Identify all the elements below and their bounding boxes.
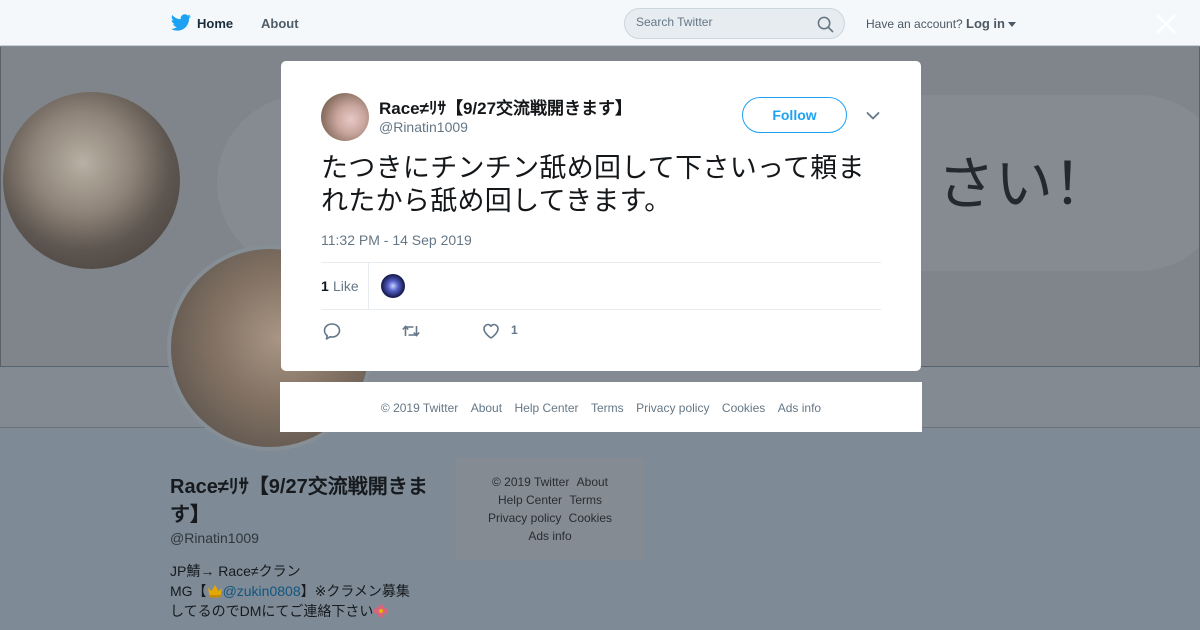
- search-icon[interactable]: [817, 16, 834, 33]
- footer-link-about[interactable]: About: [471, 401, 502, 415]
- liker-avatar[interactable]: [381, 274, 405, 298]
- footer-link-ads[interactable]: Ads info: [528, 529, 571, 543]
- chevron-down-icon[interactable]: [866, 111, 880, 121]
- tweet-stats: 1 Like: [321, 262, 881, 310]
- author-handle[interactable]: @Rinatin1009: [379, 119, 468, 135]
- footer-link-privacy[interactable]: Privacy policy: [636, 401, 709, 415]
- stats-divider: [368, 263, 369, 309]
- banner-text: さい！: [937, 150, 1112, 218]
- bio-text: してるのでDMにてご連絡下さい: [170, 603, 374, 619]
- profile-name[interactable]: Race≠ﾘｻ【9/27交流戦開きます】: [170, 473, 430, 529]
- tweet-text: たつきにチンチン舐め回して下さいって頼まれたから舐め回してきます。: [321, 153, 865, 217]
- footer-link-ads[interactable]: Ads info: [778, 401, 821, 415]
- tweet-modal: Race≠ﾘｻ【9/27交流戦開きます】 @Rinatin1009 Follow…: [281, 61, 921, 371]
- footer-copyright: © 2019 Twitter: [380, 401, 459, 415]
- profile-handle[interactable]: @Rinatin1009: [170, 530, 259, 546]
- tweet-actions: 1: [321, 319, 621, 343]
- bio-line: してるのでDMにてご連絡下さい: [170, 601, 430, 621]
- footer-link-about[interactable]: About: [577, 475, 608, 489]
- top-bar: Home About Have an account? Log in: [0, 0, 1200, 46]
- footer-link-privacy[interactable]: Privacy policy: [488, 511, 561, 525]
- footer-link-cookies[interactable]: Cookies: [722, 401, 765, 415]
- heart-icon[interactable]: [481, 321, 501, 341]
- footer-row: Ads info: [456, 529, 644, 543]
- crown-emoji-icon: [207, 585, 222, 598]
- reply-icon[interactable]: [322, 321, 342, 341]
- author-avatar[interactable]: [321, 93, 369, 141]
- bio-line: MG【 @zukin0808】※クラメン募集: [170, 581, 430, 601]
- flower-emoji-icon: [374, 604, 389, 618]
- modal-footer: © 2019 Twitter About Help Center Terms P…: [280, 382, 922, 432]
- bio-text: MG【: [170, 583, 207, 599]
- nav-about[interactable]: About: [261, 16, 299, 31]
- have-account-text: Have an account?: [866, 17, 963, 31]
- bio-mention-link[interactable]: @zukin0808: [223, 583, 301, 599]
- twitter-bird-icon[interactable]: [170, 14, 192, 32]
- footer-link-cookies[interactable]: Cookies: [569, 511, 612, 525]
- footer-link-terms[interactable]: Terms: [569, 493, 602, 507]
- author-name[interactable]: Race≠ﾘｻ【9/27交流戦開きます】: [379, 94, 632, 119]
- footer-link-help[interactable]: Help Center: [515, 401, 579, 415]
- login-link[interactable]: Log in: [966, 16, 1005, 31]
- likes-count[interactable]: 1: [321, 278, 329, 294]
- bio-text: 】※クラメン募集: [300, 583, 410, 599]
- footer-link-help[interactable]: Help Center: [498, 493, 562, 507]
- footer-row: Help Center Terms: [456, 493, 644, 507]
- footer-link-terms[interactable]: Terms: [591, 401, 624, 415]
- search-input[interactable]: [636, 15, 806, 29]
- banner-illustration: [3, 92, 180, 269]
- retweet-icon[interactable]: [401, 321, 421, 341]
- likes-label[interactable]: Like: [333, 278, 359, 294]
- footer-copyright: © 2019 Twitter: [491, 475, 570, 489]
- bio-line: JP鯖→ Race≠クラン: [170, 563, 301, 579]
- chevron-down-icon[interactable]: [1008, 22, 1016, 27]
- footer-row: Privacy policy Cookies: [456, 511, 644, 525]
- sidebar-footer: © 2019 Twitter About Help Center Terms P…: [456, 458, 644, 560]
- follow-button[interactable]: Follow: [742, 97, 847, 133]
- like-action-count[interactable]: 1: [511, 323, 518, 337]
- profile-bio: JP鯖→ Race≠クラン MG【 @zukin0808】※クラメン募集 してるの…: [170, 561, 430, 621]
- close-icon[interactable]: [1156, 14, 1176, 34]
- nav-home[interactable]: Home: [197, 16, 233, 31]
- footer-row: © 2019 Twitter About: [456, 475, 644, 489]
- tweet-timestamp[interactable]: 11:32 PM - 14 Sep 2019: [321, 232, 472, 248]
- search-box[interactable]: [624, 8, 845, 39]
